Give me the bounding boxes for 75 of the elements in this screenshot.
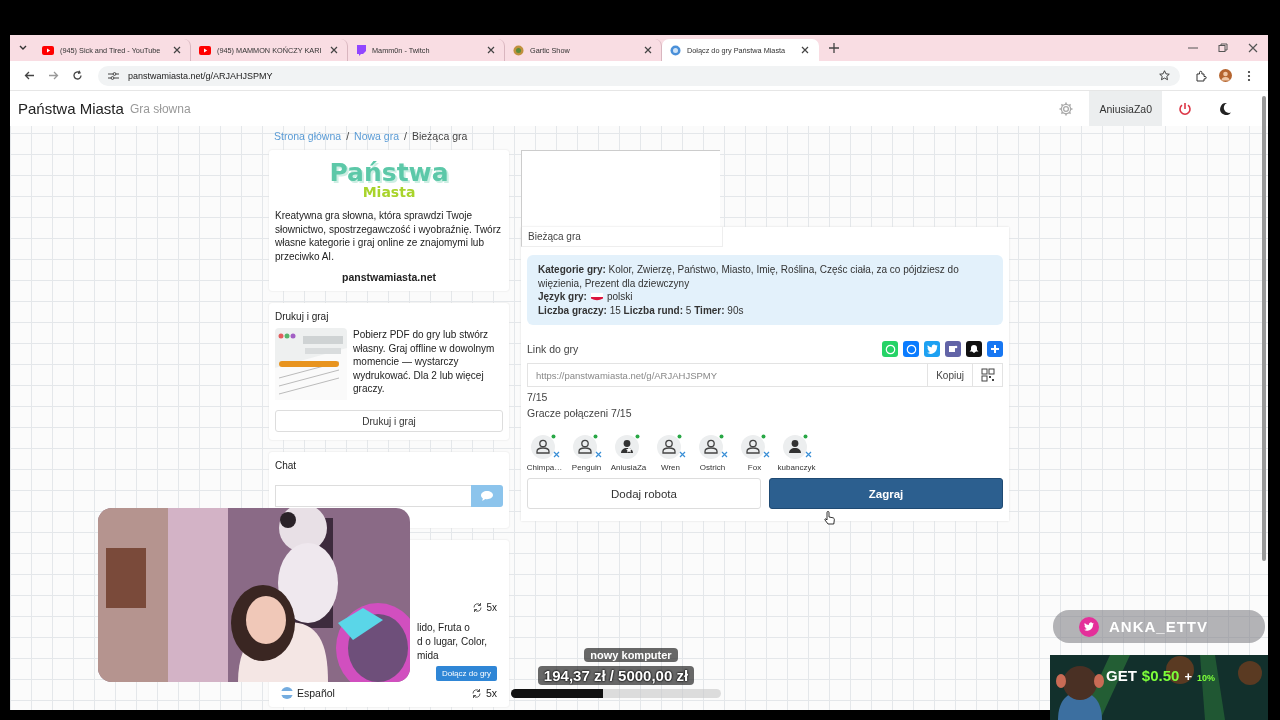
- user-button[interactable]: AniusiaZa0: [1089, 91, 1162, 126]
- language-label: Español: [297, 687, 335, 699]
- card-title: Chat: [275, 460, 298, 471]
- player-count: 7/15: [527, 391, 549, 403]
- close-icon[interactable]: [800, 45, 810, 55]
- chat-bubble-icon: [356, 44, 366, 56]
- scrollbar-thumb[interactable]: [1262, 96, 1266, 561]
- breadcrumb-separator: /: [404, 130, 407, 142]
- ad-text: +: [1184, 669, 1192, 684]
- remove-icon[interactable]: [553, 451, 560, 458]
- site-name: panstwamiasta.net: [341, 271, 437, 283]
- site-settings-icon[interactable]: [108, 70, 119, 81]
- close-icon[interactable]: [643, 45, 653, 55]
- circle-icon: [513, 44, 524, 56]
- player-name: Penguin: [571, 463, 602, 472]
- logo-text: Miasta: [362, 185, 416, 199]
- player-name: Chimpa…: [526, 463, 563, 472]
- share-icon[interactable]: [966, 341, 982, 357]
- close-icon[interactable]: [172, 45, 182, 55]
- address-bar[interactable]: panstwamiasta.net/g/ARJAHJSPMY: [98, 65, 1180, 86]
- add-bot-button[interactable]: Dodaj robota: [527, 478, 761, 509]
- repeat-icon: [470, 687, 482, 699]
- new-tab-icon[interactable]: [827, 41, 841, 55]
- site-subtitle: Gra słowna: [129, 101, 191, 116]
- category-text: d o lugar, Color,: [417, 635, 489, 649]
- remove-icon[interactable]: [805, 451, 812, 458]
- player-name: AniusiaZa: [610, 463, 647, 472]
- star-icon[interactable]: [1159, 70, 1170, 81]
- player-name: kubanczyk: [777, 463, 816, 472]
- flag-icon: [281, 687, 293, 699]
- play-button[interactable]: Zagraj: [769, 478, 1003, 509]
- logo-text: Państwa: [329, 160, 449, 185]
- breadcrumb-separator: /: [346, 130, 350, 142]
- close-icon[interactable]: [486, 45, 496, 55]
- play-icon: [42, 45, 54, 55]
- print-button[interactable]: Drukuj i graj: [275, 410, 503, 432]
- player-name: Wren: [661, 463, 680, 472]
- plus-icon[interactable]: [987, 341, 1003, 357]
- ad-bonus: 10%: [1197, 673, 1215, 683]
- close-icon[interactable]: [329, 45, 339, 55]
- game-settings-text: Liczba graczy: 15 Liczba rund: 5 Timer: 90s: [538, 303, 745, 317]
- chat-input[interactable]: [275, 485, 471, 507]
- join-button[interactable]: Dołącz do gry: [436, 666, 497, 681]
- category-text: mida: [417, 649, 440, 663]
- player-name: Ostrich: [699, 463, 726, 472]
- rounds-count: 5x: [486, 602, 497, 613]
- site-title[interactable]: Państwa Miasta: [18, 100, 124, 117]
- rounds-count: 5x: [485, 687, 497, 699]
- globe-icon: [670, 44, 681, 56]
- bird-icon: [1079, 616, 1099, 637]
- flag-icon: [590, 292, 603, 301]
- language-value: polski: [606, 290, 633, 304]
- goal-amount: 194,37 zł / 5000,00 zł: [537, 666, 695, 685]
- connected-players-text: Gracze połączeni 7/15: [527, 407, 633, 419]
- print-description: Pobierz PDF do gry lub stwórz własny. Graj offline w dowolnym momencie — wystarczy wydrukować. Dla 2 lub więcej graczy.: [353, 328, 496, 396]
- ad-amount: $0.50: [1141, 667, 1180, 684]
- remove-icon[interactable]: [721, 451, 728, 458]
- category-text: lido, Fruta o: [417, 621, 471, 635]
- breadcrumb-current: Bieżąca gra: [411, 130, 468, 142]
- chat-bubble-icon: [481, 491, 493, 501]
- player-name: Fox: [747, 463, 762, 472]
- goal-title: nowy komputer: [584, 648, 678, 662]
- card-title: Drukuj i graj: [275, 311, 330, 322]
- repeat-icon: [472, 602, 484, 613]
- description-text: Kreatywna gra słowna, która sprawdzi Twoje słownictwo, spostrzegawczość i wyobraźnię. Twórz własne kategorie i graj online ze znajomymi lub przeciwko AI.: [275, 209, 502, 263]
- language-label: Język gry:: [538, 290, 587, 304]
- remove-icon[interactable]: [763, 451, 770, 458]
- play-icon: [199, 45, 211, 55]
- avatar-icon[interactable]: [1216, 66, 1234, 85]
- remove-icon[interactable]: [595, 451, 602, 458]
- ad-text: GET: [1106, 667, 1137, 684]
- link-label: Link do gry: [527, 343, 579, 355]
- panel-header: Bieżąca gra: [521, 227, 723, 247]
- remove-icon[interactable]: [679, 451, 686, 458]
- social-handle-badge: ANKA_ETTV: [1053, 610, 1265, 643]
